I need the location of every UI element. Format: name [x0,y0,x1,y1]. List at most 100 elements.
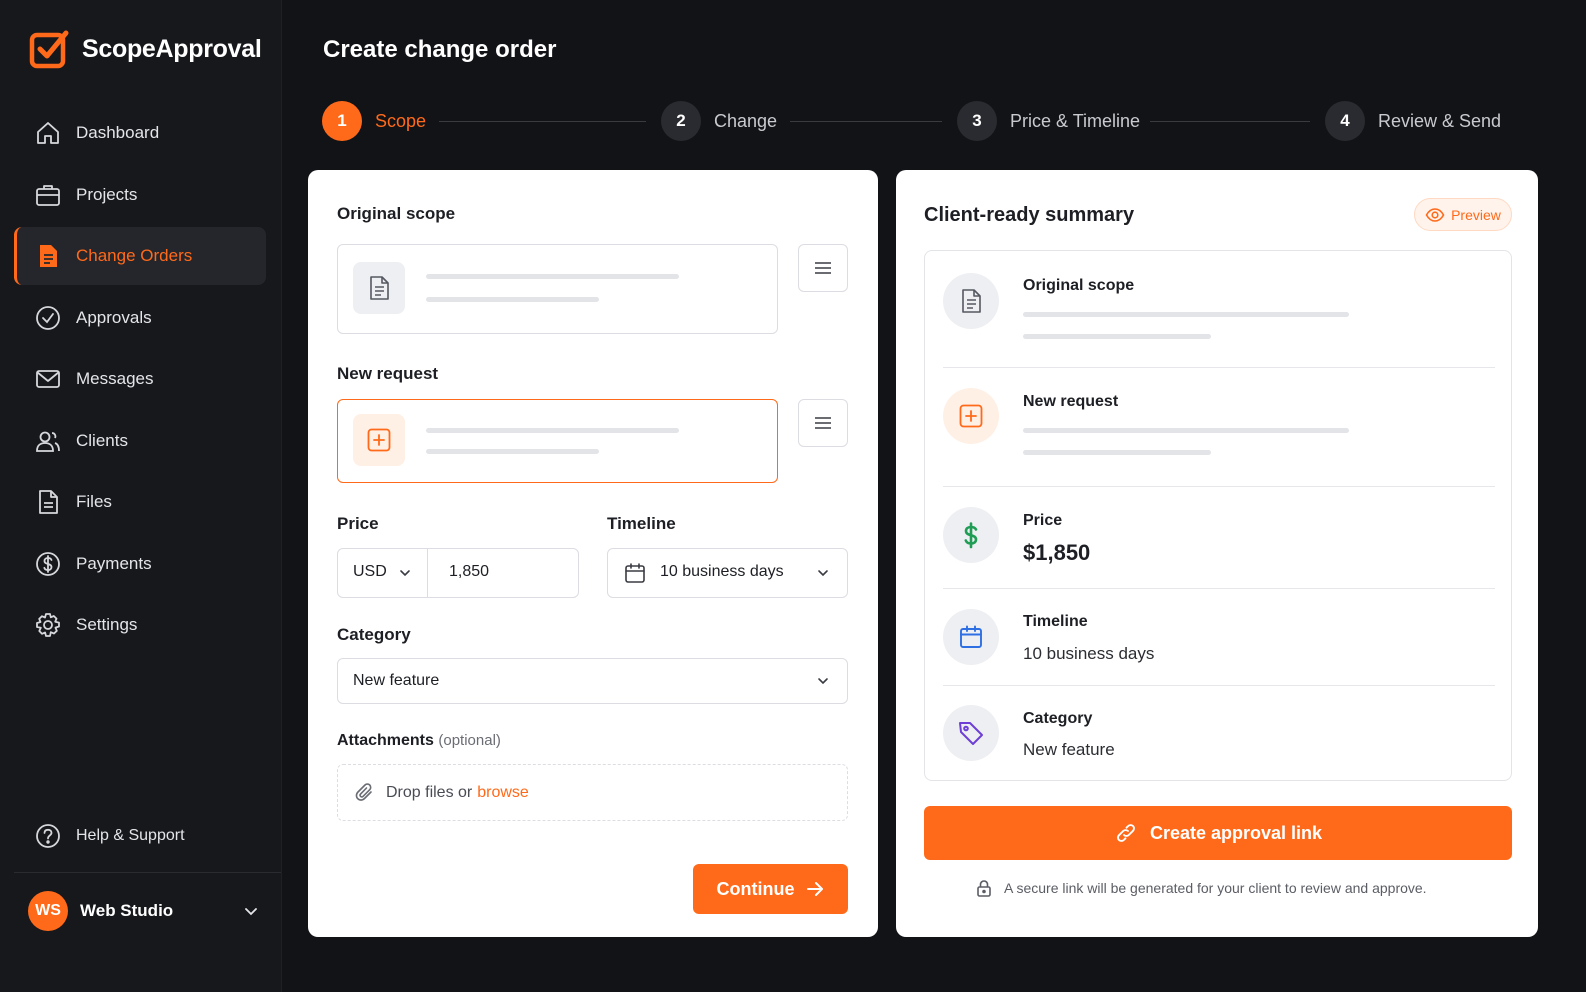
lock-icon [977,880,991,897]
summary-label: Timeline [1023,613,1088,630]
price-input[interactable]: 1,850 [449,563,489,581]
step-price-timeline[interactable]: 3 Price & Timeline [957,101,1140,141]
sidebar-item-approvals[interactable]: Approvals [14,289,266,347]
summary-card: Client-ready summary Preview Original sc… [896,170,1538,937]
help-support-label: Help & Support [76,827,185,844]
step-connector [1150,121,1310,122]
summary-price-value: $1,850 [1023,540,1091,565]
chevron-down-icon [818,678,828,685]
attachments-label: Attachments (optional) [337,732,501,750]
currency-select[interactable]: USD [338,549,428,597]
secure-note-text: A secure link will be generated for your… [1004,880,1427,896]
category-value: New feature [353,672,440,689]
step-number: 1 [322,101,362,141]
summary-divider [943,588,1495,589]
sidebar-item-payments[interactable]: Payments [14,535,266,593]
app-name: ScopeApproval [82,34,262,63]
placeholder-line [1023,450,1211,455]
gear-icon [36,613,60,637]
sidebar-item-files[interactable]: Files [14,473,266,531]
step-label: Price & Timeline [1010,110,1141,131]
summary-icon-wrap [943,273,999,329]
sidebar-item-clients[interactable]: Clients [14,412,266,470]
continue-label: Continue [716,878,795,899]
create-approval-link-button[interactable]: Create approval link [924,806,1512,860]
sidebar-item-label: Projects [76,184,138,204]
avatar: WS [28,891,68,931]
placeholder-line [1023,312,1349,317]
new-request-label: New request [337,364,439,383]
summary-icon-wrap [943,705,999,761]
sidebar-nav: Dashboard Projects Change Orders Approva… [14,104,266,658]
step-connector [790,121,942,122]
browse-link[interactable]: browse [477,784,529,802]
summary-icon-wrap [943,609,999,665]
page-title: Create change order [323,36,557,63]
file-icon [39,490,58,514]
new-request-field[interactable] [337,399,778,483]
summary-label: Original scope [1023,277,1135,294]
step-number: 2 [661,101,701,141]
sidebar-item-projects[interactable]: Projects [14,166,266,224]
arrow-right-icon [806,882,823,896]
dollar-circle-icon [36,551,60,576]
step-label: Review & Send [1378,110,1502,131]
step-change[interactable]: 2 Change [661,101,777,141]
summary-icon-wrap [943,388,999,444]
plus-square-icon [959,404,983,428]
help-support-link[interactable]: Help & Support [34,822,185,850]
help-circle-icon [36,824,60,848]
step-connector [439,121,646,122]
placeholder-line [426,449,599,454]
continue-button[interactable]: Continue [693,864,848,914]
placeholder-line [1023,334,1211,339]
sidebar-item-label: Change Orders [76,246,193,265]
tag-icon [959,722,983,745]
sidebar-item-dashboard[interactable]: Dashboard [14,104,266,162]
user-name: Web Studio [80,901,174,920]
user-menu[interactable]: WS Web Studio [28,891,260,931]
category-select[interactable]: New feature [337,658,848,704]
sidebar-item-label: Approvals [76,307,152,327]
briefcase-icon [36,184,60,206]
users-icon [36,431,60,452]
sidebar-item-change-orders[interactable]: Change Orders [14,227,266,285]
placeholder-line [426,428,679,433]
timeline-label: Timeline [607,514,676,533]
check-circle-icon [36,305,60,330]
document-icon [40,245,57,267]
preview-button[interactable]: Preview [1414,198,1512,231]
step-scope[interactable]: 1 Scope [322,101,426,141]
attachments-dropzone[interactable]: Drop files or browse [337,764,848,821]
link-icon [1117,824,1135,842]
menu-icon [815,262,831,274]
original-scope-field[interactable] [337,244,778,334]
sidebar: ScopeApproval Dashboard Projects Change … [0,0,282,992]
document-tile [353,262,405,314]
new-request-menu-button[interactable] [798,399,848,447]
sidebar-item-label: Settings [76,615,138,634]
eye-icon [1425,207,1445,222]
summary-divider [943,685,1495,686]
original-scope-menu-button[interactable] [798,244,848,292]
sidebar-item-messages[interactable]: Messages [14,350,266,408]
step-label: Scope [375,110,427,131]
summary-list: Original scope New request Price $1,850 [924,250,1512,781]
step-review-send[interactable]: 4 Review & Send [1325,101,1501,141]
price-label: Price [337,514,379,533]
sidebar-item-label: Files [76,492,112,511]
summary-label: Price [1023,512,1063,529]
summary-label: New request [1023,393,1119,410]
preview-label: Preview [1451,206,1501,223]
sidebar-item-settings[interactable]: Settings [14,596,266,654]
calendar-icon [960,625,982,648]
dollar-icon [964,522,978,549]
step-number: 4 [1325,101,1365,141]
sidebar-item-label: Clients [76,430,128,450]
category-label: Category [337,625,411,644]
sidebar-item-label: Dashboard [76,123,160,142]
placeholder-line [1023,428,1349,433]
app-logo[interactable]: ScopeApproval [28,28,262,70]
timeline-select[interactable]: 10 business days [607,548,848,598]
price-field: USD 1,850 [337,548,579,598]
